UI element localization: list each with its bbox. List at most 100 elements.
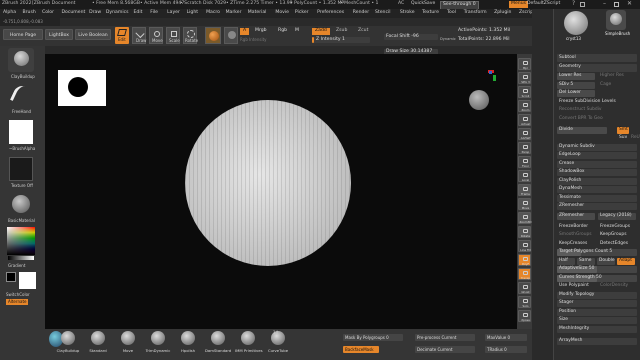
dynamesh-section[interactable]: DynaMesh (557, 186, 637, 193)
shelf-bpr-button[interactable]: Bpr (518, 58, 531, 70)
curves-strength-slider[interactable]: Curves Strength 50 (557, 274, 637, 282)
switch-color-button[interactable]: SwitchColor (6, 293, 30, 297)
menu-dynamics[interactable]: Dynamics (106, 10, 129, 16)
same-button[interactable]: Same (577, 257, 595, 265)
brush-picker[interactable] (8, 48, 34, 72)
brush-slot-standard[interactable]: Standard (85, 331, 111, 358)
shelf-aahalf-button[interactable]: AAHalf (518, 128, 531, 140)
color-density-slider[interactable]: ColorDensity (598, 283, 636, 290)
crease-section[interactable]: Crease (557, 160, 637, 168)
menu-alpha[interactable]: Alpha (3, 10, 16, 16)
home-page-button[interactable]: Home Page (3, 29, 43, 40)
menu-draw[interactable]: Draw (89, 10, 101, 16)
close-icon[interactable]: ✕ (627, 1, 632, 7)
shelf-persp-button[interactable]: Persp (518, 142, 531, 154)
half-button[interactable]: Half (557, 257, 575, 265)
z-intensity-slider[interactable]: Z Intensity 1 (312, 37, 370, 43)
adaptive-size-slider[interactable]: AdaptiveSize 50 (557, 266, 637, 273)
modify-topology-section[interactable]: Modify Topology (557, 291, 637, 299)
sdiv-slider[interactable]: SDiv 5 (557, 81, 595, 89)
maxvalue-slider[interactable]: MaxValue 0 (485, 334, 527, 341)
del-lower-button[interactable]: Del Lower (557, 90, 595, 97)
menu-color[interactable]: Color (42, 10, 54, 16)
adapt-button[interactable]: Adapt (617, 257, 635, 265)
brush-slot-imm-primitives[interactable]: IMM Primitives (235, 331, 263, 358)
material-picker[interactable] (8, 192, 34, 218)
minimize-icon[interactable]: – (603, 1, 606, 7)
menu-render[interactable]: Render (353, 10, 369, 16)
move-button[interactable]: Move (149, 27, 163, 44)
rgb-intensity-slider[interactable]: Rgb Intensity (240, 38, 267, 42)
viewport-canvas[interactable] (45, 54, 517, 329)
reconstruct-subdiv-button[interactable]: Reconstruct Subdiv (557, 107, 637, 114)
shelf-zoom3d-button[interactable]: Zoom3D (518, 212, 532, 224)
edit-button[interactable]: Edit (115, 27, 129, 44)
menu-macro[interactable]: Macro (206, 10, 220, 16)
material-sphere-button[interactable] (205, 27, 221, 44)
freeze-border-toggle[interactable]: FreezeBorder (557, 224, 595, 231)
dynamic-subdiv-section[interactable]: Dynamic Subdiv (557, 143, 637, 151)
tool-thumbnail[interactable] (564, 11, 588, 35)
preprocess-current-button[interactable]: Pre-process Current (415, 334, 475, 341)
simplebrush-thumbnail[interactable] (606, 10, 626, 30)
layout-icon[interactable] (580, 2, 585, 7)
menu-layer[interactable]: Layer (167, 10, 180, 16)
smooth-groups-slider[interactable]: SmoothGroups (557, 232, 595, 239)
rotate-button[interactable]: Rotate (183, 27, 198, 44)
brush-slot-damstandard[interactable]: DamStandard (205, 331, 231, 358)
menu-document[interactable]: Document (62, 10, 86, 16)
default-zscript[interactable]: DefaultZScript (527, 1, 560, 7)
edgeloop-section[interactable]: EdgeLoop (557, 152, 637, 159)
brush-slot-hpolish[interactable]: Hpolish (175, 331, 201, 358)
size-section[interactable]: Size (557, 317, 637, 324)
menu-texture[interactable]: Texture (422, 10, 439, 16)
menu-picker[interactable]: Picker (295, 10, 309, 16)
stroke-picker[interactable] (8, 83, 34, 107)
decimate-current-button[interactable]: Decimate Current (415, 346, 475, 353)
target-polygons-slider[interactable]: Target Polygons Count 5 (557, 249, 637, 256)
menu-zplugin[interactable]: Zplugin (494, 10, 511, 16)
freeze-subdivision-button[interactable]: Freeze SubDivision Levels (557, 99, 637, 106)
arraymesh-section[interactable]: ArrayMesh (557, 338, 637, 345)
divide-button[interactable]: Divide (557, 127, 607, 134)
convert-bpr-button[interactable]: Convert BPR To Geo (557, 116, 637, 123)
legacy-2018-button[interactable]: Legacy (2018) (598, 213, 636, 220)
menu-file[interactable]: File (150, 10, 158, 16)
draw-button[interactable]: Draw (132, 27, 146, 44)
rgb-toggle[interactable]: Rgb (278, 28, 287, 34)
brush-slot-trimdynamic[interactable]: TrimDynamic (145, 331, 171, 358)
menus-toggle[interactable]: Menus (509, 1, 529, 8)
subtool-section[interactable]: Subtool (557, 54, 637, 62)
alternate-toggle[interactable]: Alternate (6, 299, 29, 305)
ac-label[interactable]: AC (398, 1, 404, 7)
help-icon[interactable]: ? (572, 1, 575, 7)
zsub-toggle[interactable]: Zsub (336, 28, 347, 34)
shelf-line-fill-button[interactable]: Line Fill (518, 240, 531, 252)
zcut-toggle[interactable]: Zcut (358, 28, 368, 34)
claypolish-section[interactable]: ClayPolish (557, 177, 637, 185)
brush-slot-curvetube[interactable]: CurveTube (265, 331, 291, 358)
reuv-toggle[interactable]: ReUV (629, 135, 640, 142)
m-toggle[interactable]: M (295, 28, 299, 34)
shelf-local-button[interactable]: Local (518, 170, 531, 182)
keep-creases-toggle[interactable]: KeepCreases (557, 241, 595, 248)
shelf-ghost-button[interactable]: Ghost (518, 282, 531, 294)
a-toggle[interactable]: A (240, 28, 250, 35)
geometry-section[interactable]: Geometry (557, 63, 637, 72)
main-color[interactable] (19, 272, 36, 289)
freeze-groups-toggle[interactable]: FreezeGroups (598, 224, 636, 231)
detect-edges-toggle[interactable]: DetectEdges (598, 241, 636, 248)
maximize-icon[interactable] (614, 2, 619, 7)
focal-shift-slider[interactable]: Focal Shift -96 (384, 34, 438, 40)
zadd-toggle[interactable]: Zadd (312, 28, 330, 35)
menu-stroke[interactable]: Stroke (400, 10, 415, 16)
menu-tool[interactable]: Tool (447, 10, 456, 16)
menu-marker[interactable]: Marker (226, 10, 242, 16)
menu-material[interactable]: Material (248, 10, 267, 16)
zremesher-button[interactable]: ZRemesher (557, 213, 595, 220)
live-boolean-button[interactable]: Live Boolean (75, 29, 111, 40)
texture-picker[interactable] (9, 157, 33, 181)
menu-stencil[interactable]: Stencil (375, 10, 391, 16)
position-section[interactable]: Position (557, 308, 637, 316)
higher-res-button[interactable]: Higher Res (598, 73, 636, 80)
